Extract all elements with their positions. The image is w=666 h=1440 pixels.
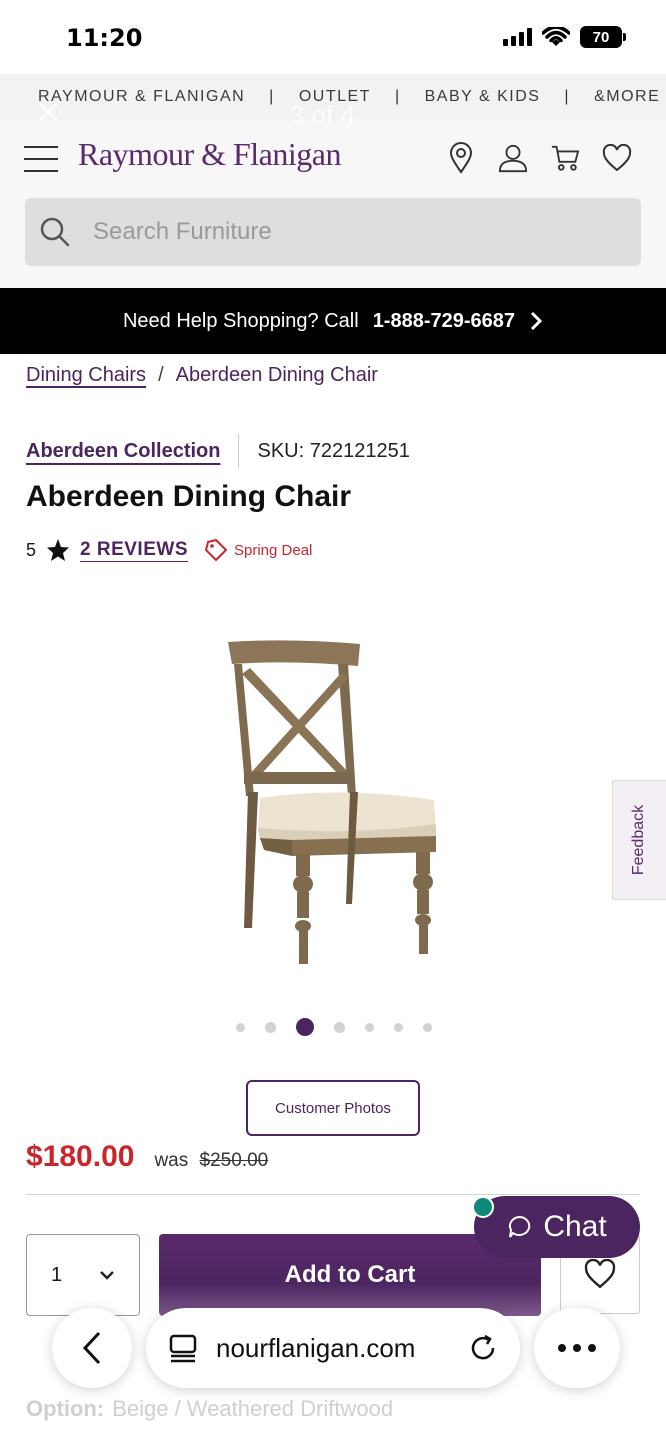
heart-icon — [584, 1259, 616, 1289]
search-icon — [40, 217, 70, 247]
image-counter: 3 of 4 — [290, 100, 356, 130]
chevron-down-icon — [100, 1271, 114, 1280]
status-indicators: 70 — [503, 26, 626, 48]
was-price-group: was $250.00 — [154, 1150, 268, 1172]
breadcrumb: Dining Chairs / Aberdeen Dining Chair — [26, 364, 378, 387]
sale-price: $180.00 — [26, 1140, 135, 1173]
more-dots-icon — [558, 1344, 596, 1352]
quantity-value: 1 — [51, 1263, 63, 1286]
rating-row: 5 2 REVIEWS Spring Deal — [26, 538, 312, 562]
sku-text: SKU: 722121251 — [257, 439, 410, 462]
chat-online-indicator — [472, 1196, 494, 1218]
breadcrumb-separator: / — [158, 364, 164, 386]
browser-more-button[interactable] — [534, 1308, 620, 1388]
carousel-dot[interactable] — [394, 1022, 403, 1032]
brand-nav-separator: | — [564, 88, 571, 105]
carousel-dot-active[interactable] — [296, 1018, 314, 1036]
browser-url: nourflanigan.com — [216, 1332, 416, 1363]
feedback-tab[interactable]: Feedback — [612, 780, 666, 900]
option-label: Option: — [26, 1396, 105, 1421]
reload-icon[interactable] — [468, 1333, 498, 1363]
product-image[interactable] — [220, 636, 450, 976]
price-row: $180.00 was $250.00 — [26, 1140, 268, 1174]
brand-nav-more[interactable]: &MORE — [594, 88, 660, 106]
customer-photos-button[interactable]: Customer Photos — [246, 1080, 420, 1136]
carousel-dot[interactable] — [334, 1021, 345, 1033]
wishlist-heart-icon[interactable] — [602, 142, 632, 174]
help-text: Need Help Shopping? Call — [122, 309, 359, 332]
collection-link[interactable]: Aberdeen Collection — [26, 440, 220, 463]
quantity-select[interactable]: 1 — [26, 1234, 140, 1316]
carousel-dot[interactable] — [365, 1022, 374, 1032]
cart-icon[interactable] — [550, 142, 580, 174]
was-label: was — [154, 1150, 189, 1171]
cellular-signal-icon — [503, 28, 532, 46]
chat-bubble-icon — [509, 1215, 531, 1238]
chevron-right-icon — [530, 311, 543, 331]
battery-icon: 70 — [580, 26, 626, 48]
chevron-left-icon — [82, 1331, 101, 1365]
browser-address-bar[interactable]: nourflanigan.com — [146, 1308, 520, 1388]
carousel-dots — [236, 1018, 432, 1036]
brand-nav-raymour[interactable]: RAYMOUR & FLANIGAN — [38, 88, 245, 106]
brand-nav-separator: | — [394, 88, 401, 105]
tabs-icon — [169, 1334, 197, 1363]
spring-deal-text: Spring Deal — [234, 541, 313, 559]
status-time: 11:20 — [66, 24, 143, 52]
star-icon — [47, 539, 70, 561]
status-bar: 11:20 70 — [0, 0, 666, 74]
divider-line — [26, 1194, 640, 1195]
option-row: Option: Beige / Weathered Driftwood — [26, 1396, 393, 1422]
breadcrumb-dining-chairs[interactable]: Dining Chairs — [26, 364, 146, 387]
chat-label: Chat — [543, 1210, 607, 1243]
brand-nav-baby-kids[interactable]: BABY & KIDS — [425, 88, 541, 106]
collection-row: Aberdeen Collection SKU: 722121251 — [26, 434, 410, 468]
spring-deal-badge: Spring Deal — [204, 538, 312, 562]
reviews-link[interactable]: 2 REVIEWS — [80, 539, 188, 561]
carousel-dot[interactable] — [265, 1021, 276, 1033]
header-icons — [446, 142, 632, 174]
menu-icon[interactable] — [24, 146, 58, 172]
browser-back-button[interactable] — [52, 1308, 132, 1388]
brand-nav-separator: | — [269, 88, 275, 105]
option-value: Beige / Weathered Driftwood — [112, 1396, 394, 1421]
carousel-dot[interactable] — [236, 1022, 245, 1032]
search-input[interactable]: Search Furniture — [25, 198, 641, 266]
carousel-dot[interactable] — [423, 1022, 432, 1032]
site-logo[interactable]: Raymour & Flanigan — [78, 136, 341, 173]
account-icon[interactable] — [498, 142, 528, 174]
site-header: Raymour & Flanigan Search Furniture — [0, 120, 666, 288]
breadcrumb-current: Aberdeen Dining Chair — [175, 364, 378, 386]
help-bar[interactable]: Need Help Shopping? Call 1-888-729-6687 — [0, 288, 666, 354]
divider — [238, 434, 240, 468]
battery-level: 70 — [592, 28, 610, 46]
product-title: Aberdeen Dining Chair — [26, 480, 352, 513]
chat-button[interactable]: Chat — [474, 1196, 640, 1258]
store-location-icon[interactable] — [446, 142, 476, 174]
wifi-icon — [542, 27, 570, 46]
feedback-label: Feedback — [630, 804, 648, 876]
search-placeholder: Search Furniture — [93, 218, 272, 245]
close-viewer-icon[interactable]: ✕ — [36, 96, 61, 131]
price-tag-icon — [204, 538, 228, 562]
was-price: $250.00 — [199, 1150, 269, 1171]
rating-value: 5 — [26, 539, 37, 560]
help-phone-number[interactable]: 1-888-729-6687 — [373, 310, 515, 333]
